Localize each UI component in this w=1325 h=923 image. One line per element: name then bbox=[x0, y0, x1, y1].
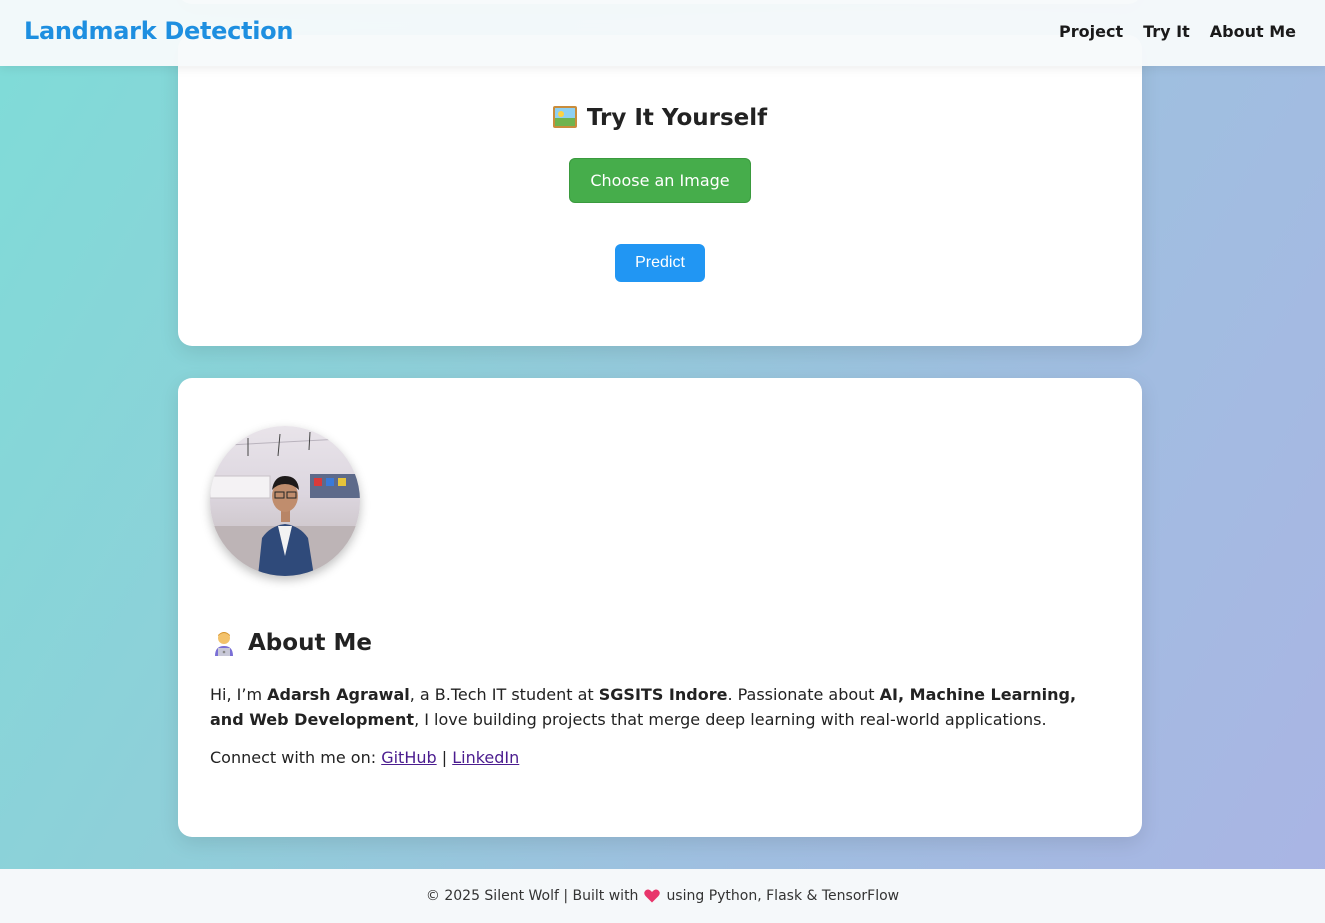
site-header: Landmark Detection Project Try It About … bbox=[0, 0, 1325, 66]
heart-icon bbox=[644, 889, 661, 903]
about-me-heading: About Me bbox=[212, 630, 372, 656]
choose-image-button[interactable]: Choose an Image bbox=[569, 158, 751, 203]
bio-name: Adarsh Agrawal bbox=[267, 685, 410, 704]
nav-link-about-me[interactable]: About Me bbox=[1210, 22, 1296, 41]
try-it-card: Try It Yourself Choose an Image Predict bbox=[178, 35, 1142, 346]
avatar bbox=[210, 426, 360, 576]
profile-photo-icon bbox=[210, 431, 360, 576]
main-nav: Project Try It About Me bbox=[1059, 22, 1296, 41]
predict-button[interactable]: Predict bbox=[615, 244, 705, 282]
try-it-heading: Try It Yourself bbox=[178, 105, 1142, 131]
connect-line: Connect with me on: GitHub | LinkedIn bbox=[210, 748, 519, 767]
link-separator: | bbox=[436, 748, 453, 767]
nav-link-project[interactable]: Project bbox=[1059, 22, 1123, 41]
about-me-card: About Me Hi, I’m Adarsh Agrawal, a B.Tec… bbox=[178, 378, 1142, 837]
site-footer: © 2025 Silent Wolf | Built with using Py… bbox=[0, 869, 1325, 923]
footer-text-after: using Python, Flask & TensorFlow bbox=[666, 888, 900, 904]
linkedin-link[interactable]: LinkedIn bbox=[452, 748, 519, 767]
framed-picture-icon bbox=[552, 106, 577, 128]
bio-text-3: . Passionate about bbox=[727, 685, 880, 704]
github-link[interactable]: GitHub bbox=[381, 748, 436, 767]
connect-label: Connect with me on: bbox=[210, 748, 382, 767]
bio-college: SGSITS Indore bbox=[598, 685, 728, 704]
bio-text-2: , a B.Tech IT student at bbox=[409, 685, 599, 704]
bio-text-1: Hi, I’m bbox=[210, 685, 268, 704]
brand-logo-text[interactable]: Landmark Detection bbox=[24, 17, 293, 45]
about-me-title-text: About Me bbox=[248, 630, 372, 656]
nav-link-try-it[interactable]: Try It bbox=[1143, 22, 1190, 41]
about-me-bio: Hi, I’m Adarsh Agrawal, a B.Tech IT stud… bbox=[210, 682, 1110, 732]
technologist-icon bbox=[212, 630, 236, 656]
bio-text-4: , I love building projects that merge de… bbox=[414, 710, 1047, 729]
footer-text-before: © 2025 Silent Wolf | Built with bbox=[425, 888, 639, 904]
try-it-title-text: Try It Yourself bbox=[586, 105, 768, 131]
